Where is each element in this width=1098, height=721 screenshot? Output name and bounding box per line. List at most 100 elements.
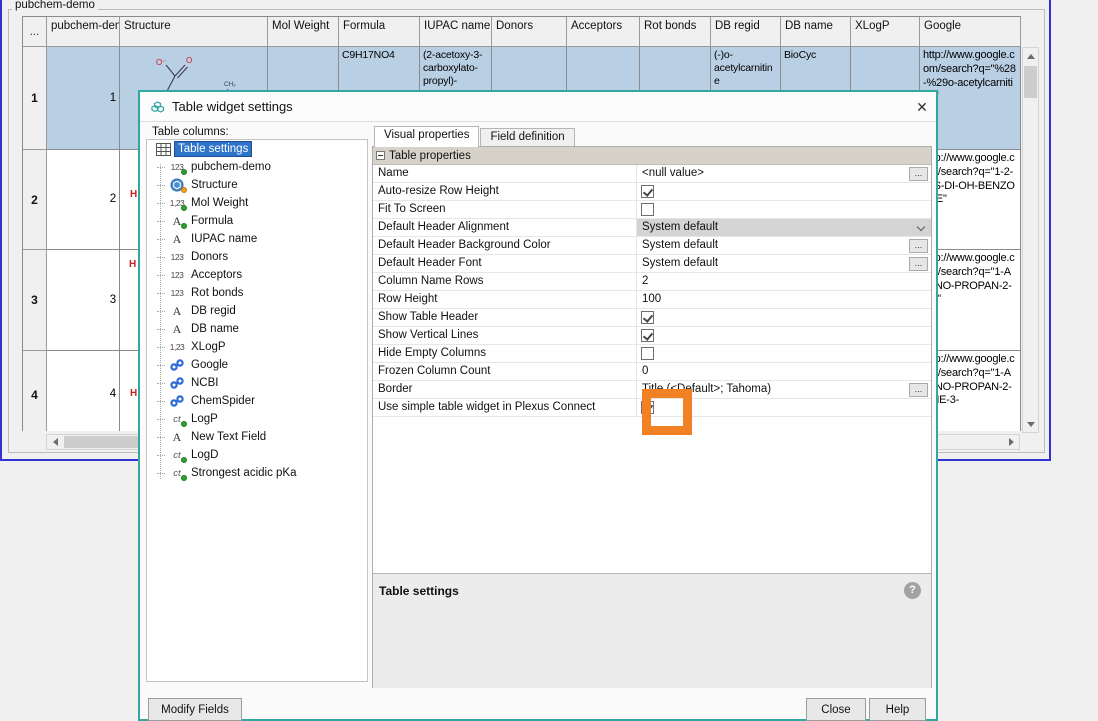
- tree-item-label: New Text Field: [188, 430, 269, 444]
- help-button[interactable]: Help: [869, 698, 926, 721]
- checkbox-auto-resize-row-height[interactable]: [641, 185, 654, 198]
- tab-field-definition[interactable]: Field definition: [480, 128, 574, 147]
- tree-item-db-name[interactable]: ADB name: [147, 320, 367, 338]
- tree-item-formula[interactable]: AFormula: [147, 212, 367, 230]
- arrow-down-icon: [1027, 422, 1035, 427]
- ct-field-green-icon: ct: [166, 411, 188, 427]
- column-header-iupac-name[interactable]: IUPAC name: [420, 17, 492, 47]
- grid-corner-button[interactable]: ...: [23, 17, 47, 47]
- scroll-left-button[interactable]: [47, 435, 63, 449]
- cell-pubchem-demo-row1[interactable]: 1: [47, 47, 120, 150]
- description-title: Table settings: [379, 584, 459, 598]
- int-field-green-icon: 123: [166, 159, 188, 175]
- table-properties-section-header[interactable]: Table properties: [373, 147, 931, 165]
- column-header-structure[interactable]: Structure: [120, 17, 268, 47]
- tree-item-label: LogP: [188, 412, 221, 426]
- checkbox-fit-to-screen[interactable]: [641, 203, 654, 216]
- scroll-up-button[interactable]: [1023, 48, 1038, 64]
- prop-row-show-vertical-lines: Show Vertical Lines: [373, 327, 931, 345]
- column-header-acceptors[interactable]: Acceptors: [567, 17, 640, 47]
- tree-item-google[interactable]: Google: [147, 356, 367, 374]
- ellipsis-button[interactable]: ...: [909, 239, 928, 253]
- tree-item-label: Mol Weight: [188, 196, 251, 210]
- ellipsis-button[interactable]: ...: [909, 257, 928, 271]
- tree-item-pubchem-demo[interactable]: 123pubchem-demo: [147, 158, 367, 176]
- column-header-google[interactable]: Google: [920, 17, 1021, 47]
- column-header-donors[interactable]: Donors: [492, 17, 567, 47]
- prop-value-show-table-header[interactable]: [637, 309, 931, 326]
- vertical-scrollbar[interactable]: [1022, 47, 1039, 433]
- tree-item-logp[interactable]: ctLogP: [147, 410, 367, 428]
- tree-item-donors[interactable]: 123Donors: [147, 248, 367, 266]
- chevron-down-icon[interactable]: [917, 223, 925, 231]
- vertical-scroll-thumb[interactable]: [1024, 66, 1037, 98]
- tree-item-label: pubchem-demo: [188, 160, 274, 174]
- column-header-formula[interactable]: Formula: [339, 17, 420, 47]
- column-header-mol-weight[interactable]: Mol Weight: [268, 17, 339, 47]
- prop-value-name[interactable]: <null value>...: [637, 165, 931, 182]
- tree-item-label: Strongest acidic pKa: [188, 466, 299, 480]
- prop-row-show-table-header: Show Table Header: [373, 309, 931, 327]
- prop-value-column-name-rows[interactable]: 2: [637, 273, 931, 290]
- tree-item-label: ChemSpider: [188, 394, 258, 408]
- close-icon[interactable]: ✕: [910, 96, 934, 118]
- prop-value-show-vertical-lines[interactable]: [637, 327, 931, 344]
- tree-item-xlogp[interactable]: 1,23XLogP: [147, 338, 367, 356]
- column-header-xlogp[interactable]: XLogP: [851, 17, 920, 47]
- checkbox-hide-empty-columns[interactable]: [641, 347, 654, 360]
- prop-value-default-header-font[interactable]: System default...: [637, 255, 931, 272]
- checkbox-show-vertical-lines[interactable]: [641, 329, 654, 342]
- tree-item-logd[interactable]: ctLogD: [147, 446, 367, 464]
- prop-value-auto-resize-row-height[interactable]: [637, 183, 931, 200]
- prop-row-fit-to-screen: Fit To Screen: [373, 201, 931, 219]
- collapse-icon[interactable]: [376, 151, 385, 160]
- ellipsis-button[interactable]: ...: [909, 383, 928, 397]
- tree-item-rot-bonds[interactable]: 123Rot bonds: [147, 284, 367, 302]
- tree-item-iupac-name[interactable]: AIUPAC name: [147, 230, 367, 248]
- svg-text:O: O: [186, 56, 192, 65]
- close-button[interactable]: Close: [806, 698, 866, 721]
- ellipsis-button[interactable]: ...: [909, 167, 928, 181]
- column-header-rot-bonds[interactable]: Rot bonds: [640, 17, 711, 47]
- partial-structure-atom: H: [129, 259, 136, 270]
- scroll-right-button[interactable]: [1003, 435, 1019, 449]
- cell-pubchem-demo-row3[interactable]: 3: [47, 250, 120, 351]
- checkbox-show-table-header[interactable]: [641, 311, 654, 324]
- row-header-2[interactable]: 2: [23, 150, 47, 250]
- column-header-pubchem-demo[interactable]: pubchem-demo: [47, 17, 120, 47]
- tree-item-new-text-field[interactable]: ANew Text Field: [147, 428, 367, 446]
- prop-value-row-height[interactable]: 100: [637, 291, 931, 308]
- tab-visual-properties[interactable]: Visual properties: [374, 126, 479, 147]
- row-header-3[interactable]: 3: [23, 250, 47, 351]
- scroll-down-button[interactable]: [1023, 416, 1038, 432]
- row-header-1[interactable]: 1: [23, 47, 47, 150]
- prop-label: Show Vertical Lines: [373, 327, 637, 344]
- tree-item-label: XLogP: [188, 340, 229, 354]
- tree-item-structure[interactable]: Structure: [147, 176, 367, 194]
- cell-pubchem-demo-row2[interactable]: 2: [47, 150, 120, 250]
- highlight-annotation: [642, 389, 692, 435]
- prop-value-frozen-column-count[interactable]: 0: [637, 363, 931, 380]
- int-field-icon: 123: [166, 267, 188, 283]
- tree-item-mol-weight[interactable]: 1,23Mol Weight: [147, 194, 367, 212]
- tree-item-db-regid[interactable]: ADB regid: [147, 302, 367, 320]
- modify-fields-button[interactable]: Modify Fields: [148, 698, 242, 721]
- column-header-db-name[interactable]: DB name: [781, 17, 851, 47]
- help-icon[interactable]: ?: [904, 582, 921, 599]
- prop-label: Name: [373, 165, 637, 182]
- prop-value-fit-to-screen[interactable]: [637, 201, 931, 218]
- prop-value-hide-empty-columns[interactable]: [637, 345, 931, 362]
- tree-item-ncbi[interactable]: NCBI: [147, 374, 367, 392]
- column-header-db-regid[interactable]: DB regid: [711, 17, 781, 47]
- tree-item-acceptors[interactable]: 123Acceptors: [147, 266, 367, 284]
- prop-value-default-header-background-color[interactable]: System default...: [637, 237, 931, 254]
- row-header-4[interactable]: 4: [23, 351, 47, 431]
- prop-row-default-header-alignment: Default Header AlignmentSystem default: [373, 219, 931, 237]
- prop-value-default-header-alignment[interactable]: System default: [637, 219, 931, 236]
- cell-pubchem-demo-row4[interactable]: 4: [47, 351, 120, 431]
- tree-item-chemspider[interactable]: ChemSpider: [147, 392, 367, 410]
- tree-item-strongest-acidic-pka[interactable]: ctStrongest acidic pKa: [147, 464, 367, 482]
- tree-item-table-settings[interactable]: Table settings: [147, 140, 367, 158]
- app-window: pubchem-demo ...pubchem-demoStructureMol…: [0, 0, 1098, 721]
- prop-row-default-header-background-color: Default Header Background ColorSystem de…: [373, 237, 931, 255]
